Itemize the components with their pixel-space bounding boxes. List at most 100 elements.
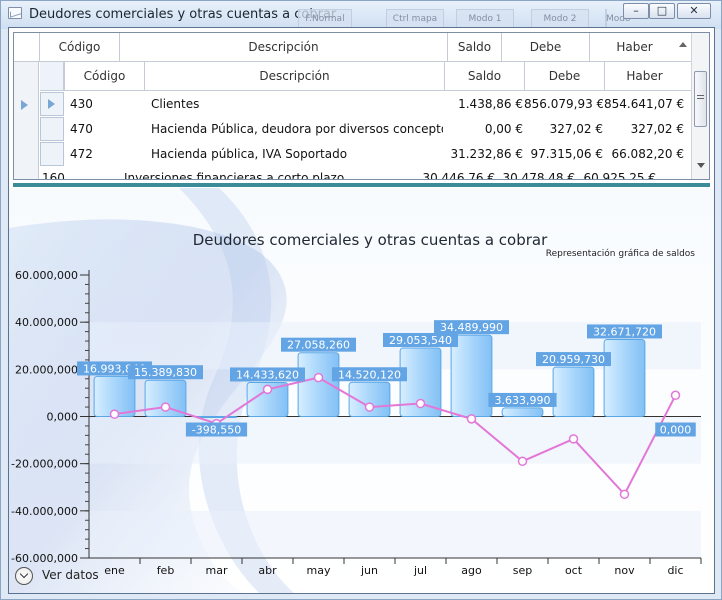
outer-col-haber[interactable]: Haber [589,33,679,61]
outer-col-codigo[interactable]: Código [39,33,119,61]
cell-saldo: 0,00 € [484,122,523,136]
cell-codigo: 472 [70,147,93,161]
x-tick-label: feb [157,564,175,577]
partial-table-row[interactable]: 160 Inversiones financieras a corto plaz… [14,166,692,180]
value-label: 15.389,830 [134,366,197,379]
inner-col-debe[interactable]: Debe [524,62,604,90]
x-tick-label: may [307,564,331,577]
bar-ago[interactable] [450,334,493,417]
table-row[interactable]: 470 Hacienda Pública, deudora por divers… [14,117,692,142]
window-icon [8,7,22,19]
window-title: Deudores comerciales y otras cuentas a c… [29,7,337,22]
trend-point-abr[interactable] [262,384,273,395]
trend-point-jun[interactable] [364,402,375,412]
inner-col-codigo[interactable]: Código [64,62,144,90]
bar-sep[interactable] [501,407,544,417]
value-label: 20.959,730 [542,353,605,366]
chart-title: Deudores comerciales y otras cuentas a c… [193,231,548,249]
current-row-icon [48,99,55,109]
y-tick-label: 40.000,000 [15,316,78,329]
row-header[interactable] [40,117,64,141]
trend-point-ene[interactable] [109,409,120,419]
background-app-4: Modo 2 [531,9,589,29]
y-tick-label: 0,000 [47,411,79,424]
minimize-icon: – [633,4,639,17]
bar-oct[interactable] [552,366,595,418]
bar-may[interactable] [297,352,340,418]
cell-haber: 60.925,25 € [583,171,656,180]
outer-col-descripcion[interactable]: Descripción [119,33,447,61]
scroll-down-icon[interactable] [697,163,705,168]
table-row[interactable]: 472 Hacienda pública, IVA Soportado 31.2… [14,142,692,167]
trend-point-feb[interactable] [160,402,171,412]
inner-col-saldo[interactable]: Saldo [444,62,524,90]
value-label: 0,000 [660,424,692,437]
row-header[interactable] [40,92,64,116]
inner-row-selector [40,62,64,90]
cell-haber: 66.082,20 € [611,147,684,161]
minimize-button[interactable]: – [623,3,649,19]
title-bar: Deudores comerciales y otras cuentas a c… [1,1,721,42]
chart-panel: Deudores comerciales y otras cuentas a c… [9,188,714,593]
x-tick-label: sep [513,564,532,577]
background-app-2: Ctrl mapa [386,9,444,29]
value-label: 14.433,620 [236,368,299,381]
main-content: Código Descripción Saldo Debe Haber Códi… [8,27,715,594]
cell-saldo: 30.446,76 € [422,171,495,180]
y-tick-label: 60.000,000 [15,269,78,282]
trend-point-jul[interactable] [415,398,426,409]
trend-point-nov[interactable] [619,489,630,500]
value-label: 29.053,540 [389,334,452,347]
inner-col-haber[interactable]: Haber [604,62,684,90]
expand-data-button[interactable] [15,567,33,585]
value-label: -398,550 [192,424,241,437]
y-tick-label: -60.000,000 [11,552,78,565]
x-tick-label: mar [206,564,228,577]
bar-mar[interactable] [195,416,238,418]
cell-descripcion: Clientes [151,97,200,111]
cell-descripcion: Inversiones financieras a corto plazo [124,171,345,180]
trend-point-ago[interactable] [466,414,477,424]
x-tick-label: oct [565,564,583,577]
current-row-icon [21,100,28,110]
x-tick-label: ene [104,564,125,577]
table-row[interactable]: 430 Clientes 1.438,86 € 856.079,93 € 854… [14,92,692,117]
background-app-5: Modo 3 [605,9,631,42]
cell-saldo: 31.232,86 € [450,147,523,161]
trend-point-dic[interactable] [670,390,681,401]
trend-point-oct[interactable] [568,434,579,444]
cell-descripcion: Hacienda Pública, deudora por diversos c… [151,122,443,136]
row-header[interactable] [40,142,64,166]
trend-point-sep[interactable] [517,456,528,467]
x-tick-label: jul [413,564,427,577]
bar-nov[interactable] [603,338,646,417]
maximize-button[interactable]: □ [649,3,675,19]
y-tick-label: 20.000,000 [15,363,78,376]
app-window: Deudores comerciales y otras cuentas a c… [0,0,722,600]
cell-codigo: 430 [70,97,93,111]
inner-header-row: Código Descripción Saldo Debe Haber [40,62,692,91]
outer-col-debe[interactable]: Debe [501,33,589,61]
ver-datos-label[interactable]: Ver datos [42,568,99,582]
x-tick-label: ago [461,564,482,577]
scrollbar-thumb[interactable] [694,71,707,127]
close-button[interactable]: ✕ [677,3,711,19]
trend-point-may[interactable] [313,372,324,383]
grid-band [89,510,701,558]
value-label: 34.489,990 [440,321,503,334]
panel-splitter[interactable] [13,183,710,187]
y-tick-label: -40.000,000 [11,505,78,518]
balance-chart: Deudores comerciales y otras cuentas a c… [9,188,702,593]
cell-haber: 327,02 € [630,122,684,136]
value-label: 32.671,720 [593,325,656,338]
vertical-scrollbar[interactable] [691,33,709,179]
cell-debe: 856.079,93 € [524,97,603,111]
accounts-grid: Código Descripción Saldo Debe Haber Códi… [13,32,710,180]
grid-band [89,416,701,464]
grip-icon [697,95,704,99]
cell-haber: 854.641,07 € [604,97,684,111]
x-tick-label: dic [667,564,683,577]
background-app-3: Modo 1 [456,9,514,29]
inner-col-descripcion[interactable]: Descripción [144,62,444,90]
outer-col-saldo[interactable]: Saldo [447,33,501,61]
